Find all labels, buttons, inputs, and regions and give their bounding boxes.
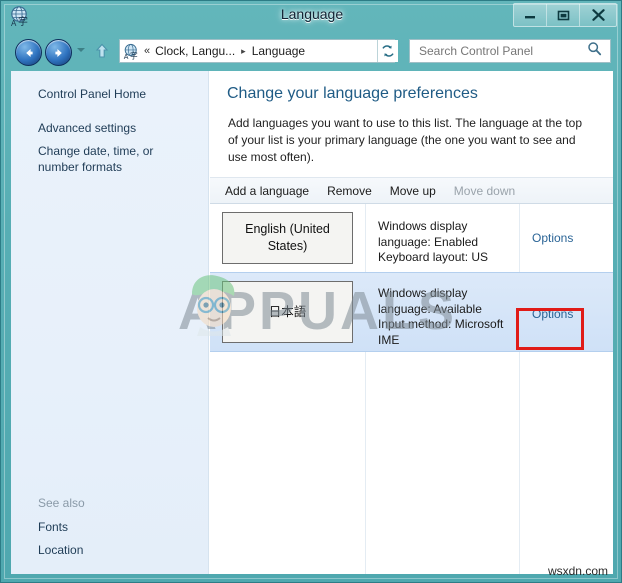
table-row[interactable]: 日本語 Windows display language: Available …	[210, 272, 613, 352]
recent-pages-chevron-down-icon[interactable]	[77, 48, 85, 52]
sidebar: Control Panel Home Advanced settings Cha…	[11, 71, 209, 574]
language-status-info: Windows display language: Enabled Keyboa…	[378, 219, 489, 264]
page-description: Add languages you want to use to this li…	[228, 116, 583, 164]
window-controls	[513, 3, 617, 27]
address-language-globe-icon: A 字	[123, 43, 140, 61]
language-name-tile: English (United States)	[222, 212, 353, 264]
minimize-button[interactable]	[514, 4, 547, 26]
title-bar: A 字 Language	[1, 1, 622, 31]
up-button[interactable]	[93, 41, 111, 61]
breadcrumb-item-clock-language[interactable]: Clock, Langu...	[155, 44, 235, 58]
breadcrumb-overflow[interactable]: «	[144, 45, 150, 57]
language-status-info: Windows display language: Available Inpu…	[378, 286, 504, 347]
command-toolbar: Add a language Remove Move up Move down	[210, 177, 613, 204]
navigation-bar: A 字 « Clock, Langu... ▸ Language	[1, 31, 622, 71]
control-panel-window: A 字 Language A 字 « Clock, Langu... ▸ Lan…	[0, 0, 622, 583]
page-title: Change your language preferences	[227, 85, 478, 102]
breadcrumb-separator-icon: ▸	[241, 45, 246, 56]
maximize-button[interactable]	[547, 4, 580, 26]
main-pane: Change your language preferences Add lan…	[210, 71, 613, 574]
sidebar-item-location[interactable]: Location	[38, 542, 83, 558]
options-link[interactable]: Options	[532, 231, 573, 245]
sidebar-item-change-date-time-number-formats[interactable]: Change date, time, or number formats	[38, 143, 188, 175]
forward-button[interactable]	[45, 39, 72, 66]
remove-button[interactable]: Remove	[318, 184, 381, 198]
options-link[interactable]: Options	[532, 307, 573, 321]
table-row[interactable]: English (United States) Windows display …	[210, 204, 613, 272]
add-a-language-button[interactable]: Add a language	[216, 184, 318, 198]
search-box[interactable]	[409, 39, 611, 63]
language-list: English (United States) Windows display …	[210, 204, 613, 574]
search-icon	[587, 41, 602, 61]
search-input[interactable]	[417, 43, 587, 59]
breadcrumb-item-language[interactable]: Language	[252, 44, 305, 58]
language-name-tile: 日本語	[222, 281, 353, 343]
client-area: Control Panel Home Advanced settings Cha…	[11, 71, 613, 574]
sidebar-see-also-label: See also	[38, 496, 85, 510]
back-button[interactable]	[15, 39, 42, 66]
move-down-button: Move down	[453, 183, 516, 198]
sidebar-item-fonts[interactable]: Fonts	[38, 519, 68, 535]
sidebar-item-control-panel-home[interactable]: Control Panel Home	[38, 86, 146, 102]
sidebar-item-advanced-settings[interactable]: Advanced settings	[38, 120, 136, 136]
screenshot-root: A 字 Language A 字 « Clock, Langu... ▸ Lan…	[0, 0, 622, 583]
svg-text:字: 字	[130, 50, 138, 60]
address-bar[interactable]: A 字 « Clock, Langu... ▸ Language	[119, 39, 395, 63]
refresh-button[interactable]	[377, 40, 398, 62]
move-up-button[interactable]: Move up	[381, 184, 445, 198]
svg-text:A: A	[124, 54, 129, 60]
close-button[interactable]	[580, 4, 616, 26]
